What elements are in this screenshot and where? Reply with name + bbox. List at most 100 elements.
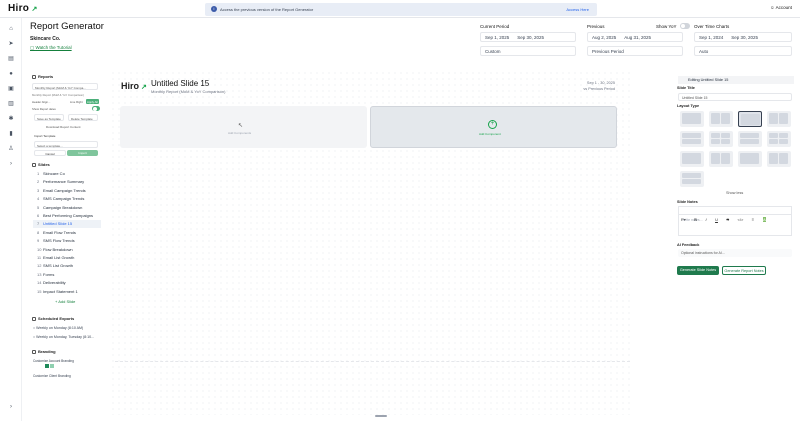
slide-list-item[interactable]: 3 Email Campaign Trends (33, 187, 101, 195)
slide-list-item[interactable]: 10 Flow Breakdown (33, 246, 101, 254)
over-time-select[interactable]: Auto (694, 46, 792, 56)
layout-cell (769, 113, 778, 124)
ai-instructions-input[interactable]: Optional instructions for AI... (678, 249, 792, 257)
slide-list-item[interactable]: 9 SMS Flow Trends (33, 237, 101, 245)
layout-option[interactable] (680, 131, 704, 147)
layout-cell (682, 173, 701, 178)
layout-cell (711, 139, 720, 144)
layout-cell (740, 153, 759, 164)
previous-select[interactable]: Previous Period (587, 46, 683, 56)
layout-option[interactable] (738, 131, 762, 147)
person-icon[interactable]: ♙ (8, 146, 14, 152)
import-template-select[interactable]: Select a template... (34, 141, 98, 148)
current-period-range[interactable]: Sep 1, 2025 Sep 30, 2025 (480, 32, 576, 42)
layout-option[interactable] (767, 151, 791, 167)
generate-slide-notes-button[interactable]: Generate Slide Notes (677, 266, 719, 275)
layout-option[interactable] (680, 171, 704, 187)
previous-range[interactable]: Aug 2, 2025 Aug 31, 2025 (587, 32, 683, 42)
layout-option[interactable] (738, 151, 762, 167)
current-period-select[interactable]: Custom (480, 46, 576, 56)
slide-title-label: Slide Title (677, 86, 695, 90)
settings-icon[interactable]: ✱ (8, 116, 14, 122)
report-select[interactable]: Monthly Report (MoM & YoY Compa... (32, 83, 98, 90)
layout-cell (682, 113, 701, 124)
slide-label: Performance Summary (43, 179, 85, 185)
slide-list-item[interactable]: 2 Performance Summary (33, 178, 101, 186)
slide-list-item[interactable]: 5 Campaign Breakdown (33, 204, 101, 212)
slide-list-item[interactable]: 1 Skincare Co (33, 170, 101, 178)
component-slot-left[interactable]: ↖ Add Components (120, 106, 367, 148)
collapse-icon[interactable]: › (8, 404, 14, 410)
client-branding-item[interactable]: Customize Client Branding (33, 374, 71, 378)
layout-cell (682, 133, 701, 138)
import-button[interactable]: Import (67, 150, 98, 156)
slide-list-item[interactable]: 15 Impact Statement 1 (33, 288, 101, 296)
download-report-button[interactable]: Download Report Content (46, 125, 81, 129)
over-time-range[interactable]: Sep 1, 2024 Sep 30, 2025 (694, 32, 792, 42)
add-icon[interactable]: + (488, 120, 497, 129)
slide-list-item[interactable]: 6 Best Performing Campaigns (33, 212, 101, 220)
chart-icon[interactable]: ▥ (8, 101, 14, 107)
schedule-item[interactable]: ○ Weekly on Monday (8:10 AM) (33, 326, 83, 330)
layout-cell (779, 133, 788, 138)
header-align-value[interactable]: Line Right (70, 100, 83, 104)
delete-template-button[interactable]: Delete Template (68, 114, 98, 121)
layout-option[interactable] (680, 151, 704, 167)
slide-title[interactable]: Untitled Slide 15 (151, 79, 209, 88)
banner-access-link[interactable]: Access Here (566, 7, 589, 12)
page-title: Report Generator (30, 21, 104, 32)
user-icon[interactable]: ● (8, 71, 14, 77)
send-icon[interactable]: ➤ (8, 41, 14, 47)
slide-list-item[interactable]: 14 Deliverability (33, 279, 101, 287)
component-slot-right[interactable]: + Add Component (370, 106, 617, 148)
show-yoy-toggle[interactable] (680, 23, 690, 29)
cancel-button[interactable]: Cancel (34, 150, 66, 156)
layout-option[interactable] (680, 111, 704, 127)
layout-option[interactable] (767, 131, 791, 147)
top-bar: Hiro ↗ i Access the previous version of … (0, 0, 800, 18)
layout-cell (711, 113, 720, 124)
nav-rail: ⌂ ➤ ▤ ● ▣ ▥ ✱ ▮ ♙ › › (0, 18, 22, 421)
slide-title-input[interactable]: Untitled Slide 15 (678, 93, 792, 101)
save-template-button[interactable]: Save as Template (34, 114, 64, 121)
slide-list-item[interactable]: 7 Untitled Slide 15 (33, 220, 101, 229)
file-icon[interactable]: ▤ (8, 56, 14, 62)
slide-list-item[interactable]: 8 Email Flow Trends (33, 229, 101, 237)
slide-list-item[interactable]: 13 Forms (33, 271, 101, 279)
layout-option[interactable] (767, 111, 791, 127)
schedule-item[interactable]: ○ Weekly on Monday, Tuesday (8:10... (33, 335, 94, 339)
watch-tutorial-link[interactable]: ▢ Watch the Tutorial (30, 45, 72, 51)
layout-option[interactable] (709, 151, 733, 167)
divider (115, 361, 630, 362)
branding-section-title[interactable]: Branding (32, 349, 56, 354)
layout-option[interactable] (709, 111, 733, 127)
apply-all-button[interactable]: Apply All (86, 99, 99, 104)
expand-icon[interactable]: › (8, 161, 14, 167)
show-dates-toggle[interactable] (92, 106, 100, 111)
layout-option[interactable] (709, 131, 733, 147)
add-slide-button[interactable]: + Add Slide (55, 299, 75, 304)
app-logo[interactable]: Hiro ↗ (8, 3, 38, 14)
layout-option[interactable] (738, 111, 762, 127)
slide-list-item[interactable]: 4 SMS Campaign Trends (33, 195, 101, 203)
slide-label: SMS Flow Trends (43, 238, 75, 244)
slides-section-title[interactable]: Slides (32, 162, 50, 167)
brand-color-swatch (45, 364, 49, 368)
scheduled-section-title[interactable]: Scheduled Exports (32, 316, 74, 321)
home-icon[interactable]: ⌂ (8, 26, 14, 32)
slide-list-item[interactable]: 11 Email List Growth (33, 254, 101, 262)
slide-list-item[interactable]: 12 SMS List Growth (33, 262, 101, 270)
reports-section-title[interactable]: Reports (32, 74, 53, 79)
previous-label: Previous (587, 24, 605, 29)
account-branding-item[interactable]: Customize Account Branding (33, 359, 74, 363)
generate-report-notes-button[interactable]: Generate Report Notes (722, 266, 766, 275)
slide-label: Impact Statement 1 (43, 288, 78, 294)
show-less-toggle[interactable]: Show less (726, 191, 743, 195)
import-template-label: Import Template (34, 134, 56, 138)
account-menu[interactable]: ☺ Account (770, 5, 792, 10)
book-icon[interactable]: ▮ (8, 131, 14, 137)
notes-editor[interactable]: Write notes... (678, 214, 792, 236)
resize-handle[interactable] (375, 415, 387, 417)
layout-cell (711, 133, 720, 138)
inbox-icon[interactable]: ▣ (8, 86, 14, 92)
